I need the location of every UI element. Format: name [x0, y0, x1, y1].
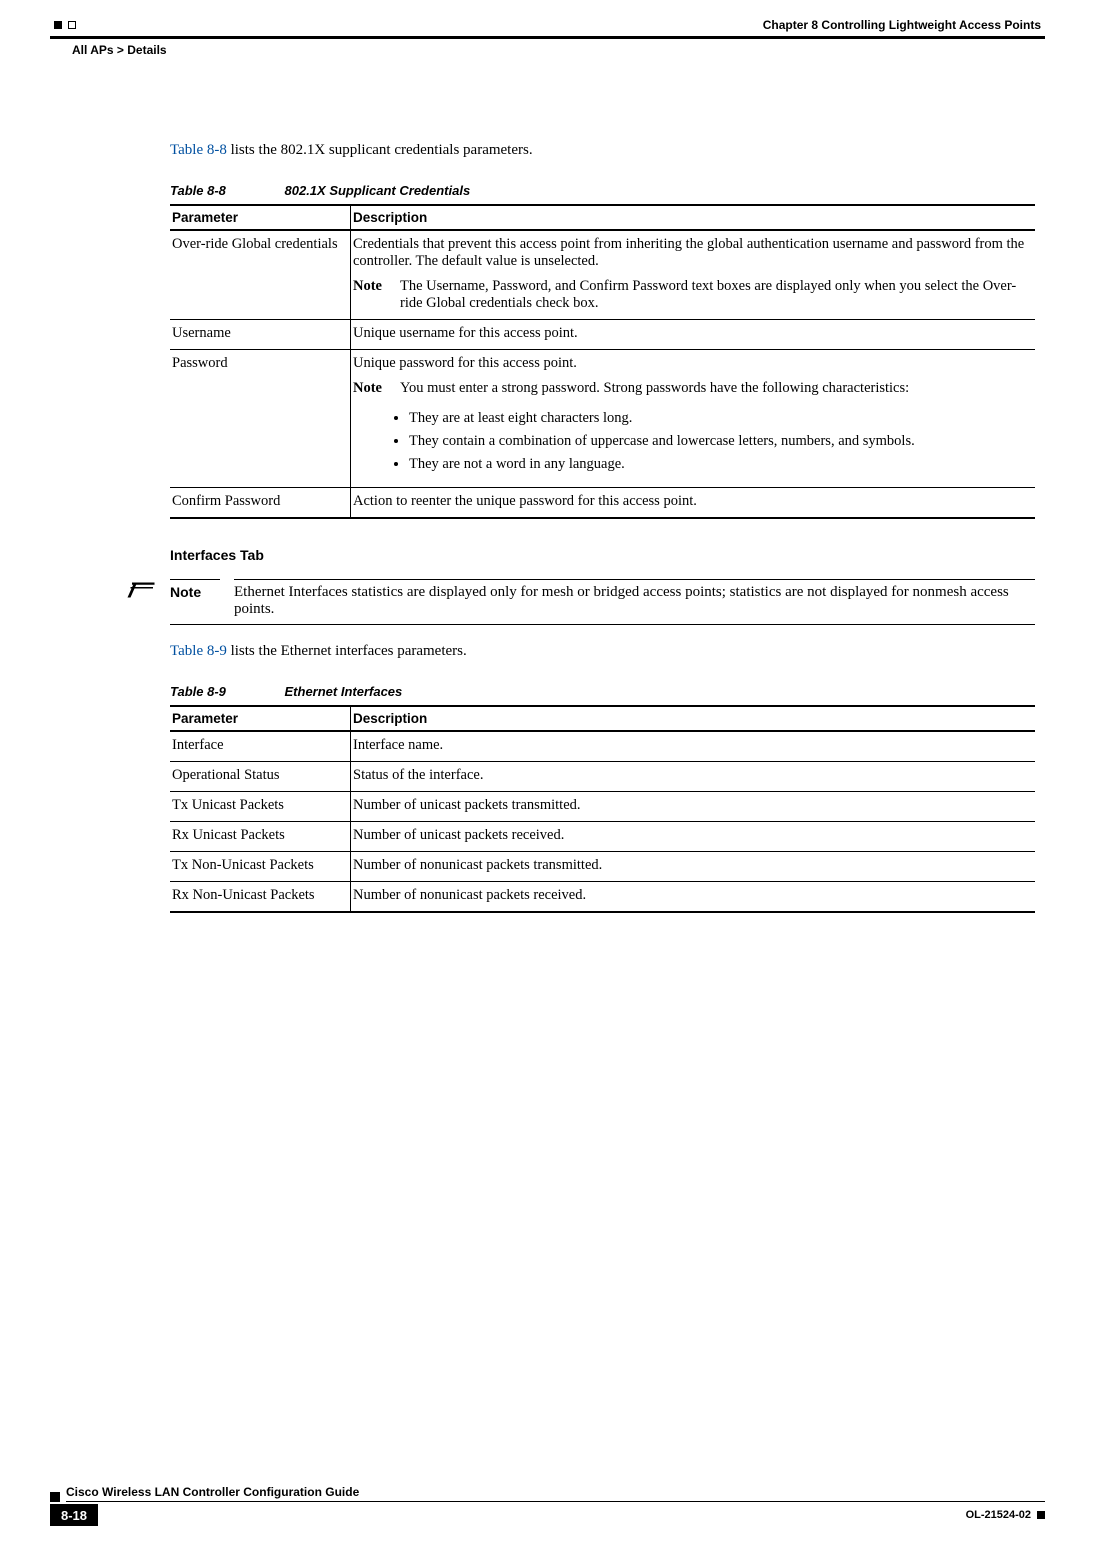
table-row: InterfaceInterface name. — [170, 731, 1035, 762]
desc-cell: Number of nonunicast packets transmitted… — [351, 852, 1036, 882]
intro-text-2-rest: lists the Ethernet interfaces parameters… — [227, 643, 467, 659]
footer-square-icon — [50, 1492, 60, 1502]
param-cell: Username — [170, 320, 351, 350]
table-row: Password Unique password for this access… — [170, 350, 1035, 488]
desc-cell: Unique username for this access point. — [351, 320, 1036, 350]
note-underline — [170, 624, 1035, 625]
list-item: They are at least eight characters long. — [409, 407, 1027, 430]
header-rule — [50, 36, 1045, 39]
table-8-9-link[interactable]: Table 8-9 — [170, 643, 227, 659]
param-cell: Operational Status — [170, 762, 351, 792]
footer-square-icon — [1037, 1511, 1045, 1519]
desc-cell: Action to reenter the unique password fo… — [351, 488, 1036, 519]
desc-text: Unique password for this access point. — [353, 355, 1027, 372]
desc-cell: Number of nonunicast packets received. — [351, 882, 1036, 913]
param-cell: Tx Unicast Packets — [170, 792, 351, 822]
note-block: Note Ethernet Interfaces statistics are … — [100, 579, 1035, 625]
table-8-8-caption: Table 8-8 802.1X Supplicant Credentials — [170, 183, 1035, 198]
inline-note-label: Note — [353, 278, 382, 312]
table-row: Confirm Password Action to reenter the u… — [170, 488, 1035, 519]
header-square-outline-icon — [68, 21, 76, 29]
footer-guide-title: Cisco Wireless LAN Controller Configurat… — [66, 1485, 1045, 1501]
table-8-8: Parameter Description Over-ride Global c… — [170, 204, 1035, 519]
table-8-8-title: 802.1X Supplicant Credentials — [285, 183, 471, 198]
main-content: Table 8-8 lists the 802.1X supplicant cr… — [170, 57, 1035, 913]
desc-cell: Number of unicast packets transmitted. — [351, 792, 1036, 822]
breadcrumb: All APs > Details — [50, 41, 1045, 57]
inline-note-text: The Username, Password, and Confirm Pass… — [400, 278, 1027, 312]
param-cell: Over-ride Global credentials — [170, 230, 351, 320]
page-number: 8-18 — [50, 1504, 98, 1526]
table-row: Rx Unicast PacketsNumber of unicast pack… — [170, 822, 1035, 852]
list-item: They are not a word in any language. — [409, 453, 1027, 476]
inline-note-label: Note — [353, 380, 382, 397]
intro-text-2: Table 8-9 lists the Ethernet interfaces … — [170, 643, 1035, 660]
param-cell: Interface — [170, 731, 351, 762]
table-row: Operational StatusStatus of the interfac… — [170, 762, 1035, 792]
desc-cell: Number of unicast packets received. — [351, 822, 1036, 852]
table-8-8-label: Table 8-8 — [170, 183, 226, 198]
table-row: Over-ride Global credentials Credentials… — [170, 230, 1035, 320]
table-8-9-label: Table 8-9 — [170, 684, 226, 699]
desc-cell: Status of the interface. — [351, 762, 1036, 792]
intro-text-1: Table 8-8 lists the 802.1X supplicant cr… — [170, 142, 1035, 159]
note-pencil-icon — [100, 579, 156, 604]
col-parameter: Parameter — [170, 706, 351, 731]
desc-cell: Credentials that prevent this access poi… — [351, 230, 1036, 320]
doc-id: OL-21524-02 — [966, 1504, 1045, 1526]
footer-rule — [66, 1501, 1045, 1502]
table-row: Tx Non-Unicast PacketsNumber of nonunica… — [170, 852, 1035, 882]
table-8-9: Parameter Description InterfaceInterface… — [170, 705, 1035, 913]
doc-id-text: OL-21524-02 — [966, 1509, 1031, 1521]
table-8-9-caption: Table 8-9 Ethernet Interfaces — [170, 684, 1035, 699]
password-bullets: They are at least eight characters long.… — [353, 407, 1027, 476]
header-square-icon — [54, 21, 62, 29]
page-header: Chapter 8 Controlling Lightweight Access… — [50, 18, 1045, 36]
desc-text: Credentials that prevent this access poi… — [353, 236, 1027, 270]
table-8-8-link[interactable]: Table 8-8 — [170, 142, 227, 158]
desc-cell: Interface name. — [351, 731, 1036, 762]
table-row: Rx Non-Unicast PacketsNumber of nonunica… — [170, 882, 1035, 913]
table-row: Tx Unicast PacketsNumber of unicast pack… — [170, 792, 1035, 822]
param-cell: Password — [170, 350, 351, 488]
interfaces-tab-heading: Interfaces Tab — [170, 547, 1035, 563]
list-item: They contain a combination of uppercase … — [409, 430, 1027, 453]
note-text: Ethernet Interfaces statistics are displ… — [234, 579, 1035, 618]
param-cell: Rx Unicast Packets — [170, 822, 351, 852]
table-8-9-title: Ethernet Interfaces — [285, 684, 403, 699]
inline-note-text: You must enter a strong password. Strong… — [400, 380, 1027, 397]
chapter-title: Chapter 8 Controlling Lightweight Access… — [763, 18, 1041, 32]
note-label: Note — [170, 579, 220, 600]
desc-cell: Unique password for this access point. N… — [351, 350, 1036, 488]
page-footer: Cisco Wireless LAN Controller Configurat… — [0, 1485, 1095, 1526]
param-cell: Confirm Password — [170, 488, 351, 519]
param-cell: Tx Non-Unicast Packets — [170, 852, 351, 882]
col-description: Description — [351, 205, 1036, 230]
param-cell: Rx Non-Unicast Packets — [170, 882, 351, 913]
table-row: Username Unique username for this access… — [170, 320, 1035, 350]
col-description: Description — [351, 706, 1036, 731]
col-parameter: Parameter — [170, 205, 351, 230]
intro-text-1-rest: lists the 802.1X supplicant credentials … — [227, 142, 533, 158]
